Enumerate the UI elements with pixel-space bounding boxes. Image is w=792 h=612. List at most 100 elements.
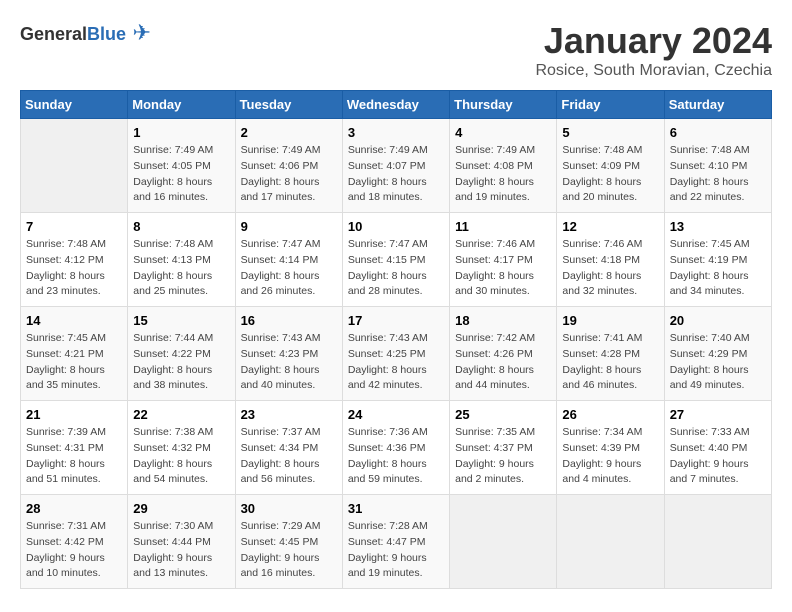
day-number: 17: [348, 313, 444, 328]
day-number: 6: [670, 125, 766, 140]
calendar-cell: 8Sunrise: 7:48 AMSunset: 4:13 PMDaylight…: [128, 213, 235, 307]
day-number: 1: [133, 125, 229, 140]
header-saturday: Saturday: [664, 91, 771, 119]
day-info: Sunrise: 7:46 AMSunset: 4:17 PMDaylight:…: [455, 237, 551, 300]
day-info: Sunrise: 7:42 AMSunset: 4:26 PMDaylight:…: [455, 331, 551, 394]
day-info: Sunrise: 7:31 AMSunset: 4:42 PMDaylight:…: [26, 519, 122, 582]
day-number: 29: [133, 501, 229, 516]
page-header: GeneralBlue ✈ January 2024 Rosice, South…: [20, 20, 772, 80]
day-number: 19: [562, 313, 658, 328]
day-info: Sunrise: 7:34 AMSunset: 4:39 PMDaylight:…: [562, 425, 658, 488]
calendar-cell: 6 Sunrise: 7:48 AMSunset: 4:10 PMDaylight…: [664, 119, 771, 213]
calendar-cell: 11 Sunrise: 7:46 AMSunset: 4:17 PMDayligh…: [450, 213, 557, 307]
logo-bird-icon: ✈: [133, 20, 151, 45]
day-info: Sunrise: 7:39 AMSunset: 4:31 PMDaylight:…: [26, 425, 122, 488]
calendar-header: SundayMondayTuesdayWednesdayThursdayFrid…: [21, 91, 772, 119]
calendar-cell: 15 Sunrise: 7:44 AMSunset: 4:22 PMDayligh…: [128, 307, 235, 401]
day-info: Sunrise: 7:46 AMSunset: 4:18 PMDaylight:…: [562, 237, 658, 300]
day-number: 25: [455, 407, 551, 422]
day-info: Sunrise: 7:49 AMSunset: 4:08 PMDaylight:…: [455, 143, 551, 206]
day-info: Sunrise: 7:30 AMSunset: 4:44 PMDaylight:…: [133, 519, 229, 582]
logo-blue: Blue: [87, 24, 126, 44]
calendar-cell: 14 Sunrise: 7:45 AMSunset: 4:21 PMDayligh…: [21, 307, 128, 401]
day-info: Sunrise: 7:48 AMSunset: 4:09 PMDaylight:…: [562, 143, 658, 206]
calendar-cell: 18 Sunrise: 7:42 AMSunset: 4:26 PMDayligh…: [450, 307, 557, 401]
day-info: Sunrise: 7:37 AMSunset: 4:34 PMDaylight:…: [241, 425, 337, 488]
day-number: 20: [670, 313, 766, 328]
day-info: Sunrise: 7:38 AMSunset: 4:32 PMDaylight:…: [133, 425, 229, 488]
day-info: Sunrise: 7:49 AMSunset: 4:07 PMDaylight:…: [348, 143, 444, 206]
day-info: Sunrise: 7:28 AMSunset: 4:47 PMDaylight:…: [348, 519, 444, 582]
day-info: Sunrise: 7:45 AMSunset: 4:21 PMDaylight:…: [26, 331, 122, 394]
day-number: 31: [348, 501, 444, 516]
day-number: 9: [241, 219, 337, 234]
calendar-cell: 5 Sunrise: 7:48 AMSunset: 4:09 PMDaylight…: [557, 119, 664, 213]
day-number: 3: [348, 125, 444, 140]
day-number: 21: [26, 407, 122, 422]
header-tuesday: Tuesday: [235, 91, 342, 119]
day-info: Sunrise: 7:47 AMSunset: 4:14 PMDaylight:…: [241, 237, 337, 300]
calendar-cell: 7Sunrise: 7:48 AMSunset: 4:12 PMDaylight…: [21, 213, 128, 307]
day-number: 5: [562, 125, 658, 140]
month-title: January 2024: [535, 20, 772, 62]
day-number: 24: [348, 407, 444, 422]
calendar-table: SundayMondayTuesdayWednesdayThursdayFrid…: [20, 90, 772, 589]
calendar-cell: 13 Sunrise: 7:45 AMSunset: 4:19 PMDayligh…: [664, 213, 771, 307]
day-number: 14: [26, 313, 122, 328]
day-number: 4: [455, 125, 551, 140]
calendar-cell: 31 Sunrise: 7:28 AMSunset: 4:47 PMDayligh…: [342, 495, 449, 589]
calendar-cell: 20 Sunrise: 7:40 AMSunset: 4:29 PMDayligh…: [664, 307, 771, 401]
calendar-cell: 24Sunrise: 7:36 AMSunset: 4:36 PMDayligh…: [342, 401, 449, 495]
calendar-cell: 17 Sunrise: 7:43 AMSunset: 4:25 PMDayligh…: [342, 307, 449, 401]
title-section: January 2024 Rosice, South Moravian, Cze…: [535, 20, 772, 80]
calendar-cell: 30 Sunrise: 7:29 AMSunset: 4:45 PMDayligh…: [235, 495, 342, 589]
calendar-cell: [450, 495, 557, 589]
calendar-cell: 10 Sunrise: 7:47 AMSunset: 4:15 PMDayligh…: [342, 213, 449, 307]
day-info: Sunrise: 7:43 AMSunset: 4:25 PMDaylight:…: [348, 331, 444, 394]
day-info: Sunrise: 7:40 AMSunset: 4:29 PMDaylight:…: [670, 331, 766, 394]
calendar-cell: 12 Sunrise: 7:46 AMSunset: 4:18 PMDayligh…: [557, 213, 664, 307]
calendar-cell: 3 Sunrise: 7:49 AMSunset: 4:07 PMDaylight…: [342, 119, 449, 213]
calendar-cell: 25 Sunrise: 7:35 AMSunset: 4:37 PMDayligh…: [450, 401, 557, 495]
day-info: Sunrise: 7:44 AMSunset: 4:22 PMDaylight:…: [133, 331, 229, 394]
calendar-cell: 29 Sunrise: 7:30 AMSunset: 4:44 PMDayligh…: [128, 495, 235, 589]
day-number: 13: [670, 219, 766, 234]
calendar-cell: 4 Sunrise: 7:49 AMSunset: 4:08 PMDaylight…: [450, 119, 557, 213]
day-number: 16: [241, 313, 337, 328]
day-info: Sunrise: 7:49 AMSunset: 4:05 PMDaylight:…: [133, 143, 229, 206]
day-info: Sunrise: 7:35 AMSunset: 4:37 PMDaylight:…: [455, 425, 551, 488]
day-number: 18: [455, 313, 551, 328]
header-sunday: Sunday: [21, 91, 128, 119]
logo: GeneralBlue ✈: [20, 20, 151, 46]
day-number: 28: [26, 501, 122, 516]
calendar-cell: 23 Sunrise: 7:37 AMSunset: 4:34 PMDayligh…: [235, 401, 342, 495]
header-friday: Friday: [557, 91, 664, 119]
day-info: Sunrise: 7:29 AMSunset: 4:45 PMDaylight:…: [241, 519, 337, 582]
header-wednesday: Wednesday: [342, 91, 449, 119]
day-info: Sunrise: 7:48 AMSunset: 4:10 PMDaylight:…: [670, 143, 766, 206]
day-number: 26: [562, 407, 658, 422]
day-info: Sunrise: 7:47 AMSunset: 4:15 PMDaylight:…: [348, 237, 444, 300]
day-info: Sunrise: 7:45 AMSunset: 4:19 PMDaylight:…: [670, 237, 766, 300]
header-monday: Monday: [128, 91, 235, 119]
calendar-cell: 19 Sunrise: 7:41 AMSunset: 4:28 PMDayligh…: [557, 307, 664, 401]
header-thursday: Thursday: [450, 91, 557, 119]
day-info: Sunrise: 7:48 AMSunset: 4:13 PMDaylight:…: [133, 237, 229, 300]
calendar-cell: 28 Sunrise: 7:31 AMSunset: 4:42 PMDayligh…: [21, 495, 128, 589]
day-number: 15: [133, 313, 229, 328]
calendar-cell: [21, 119, 128, 213]
logo-general: General: [20, 24, 87, 44]
day-number: 23: [241, 407, 337, 422]
day-info: Sunrise: 7:49 AMSunset: 4:06 PMDaylight:…: [241, 143, 337, 206]
calendar-cell: 16 Sunrise: 7:43 AMSunset: 4:23 PMDayligh…: [235, 307, 342, 401]
day-number: 10: [348, 219, 444, 234]
day-info: Sunrise: 7:41 AMSunset: 4:28 PMDaylight:…: [562, 331, 658, 394]
calendar-cell: [557, 495, 664, 589]
calendar-cell: [664, 495, 771, 589]
day-number: 12: [562, 219, 658, 234]
day-number: 11: [455, 219, 551, 234]
day-number: 30: [241, 501, 337, 516]
day-info: Sunrise: 7:43 AMSunset: 4:23 PMDaylight:…: [241, 331, 337, 394]
calendar-cell: 2Sunrise: 7:49 AMSunset: 4:06 PMDaylight…: [235, 119, 342, 213]
day-number: 27: [670, 407, 766, 422]
